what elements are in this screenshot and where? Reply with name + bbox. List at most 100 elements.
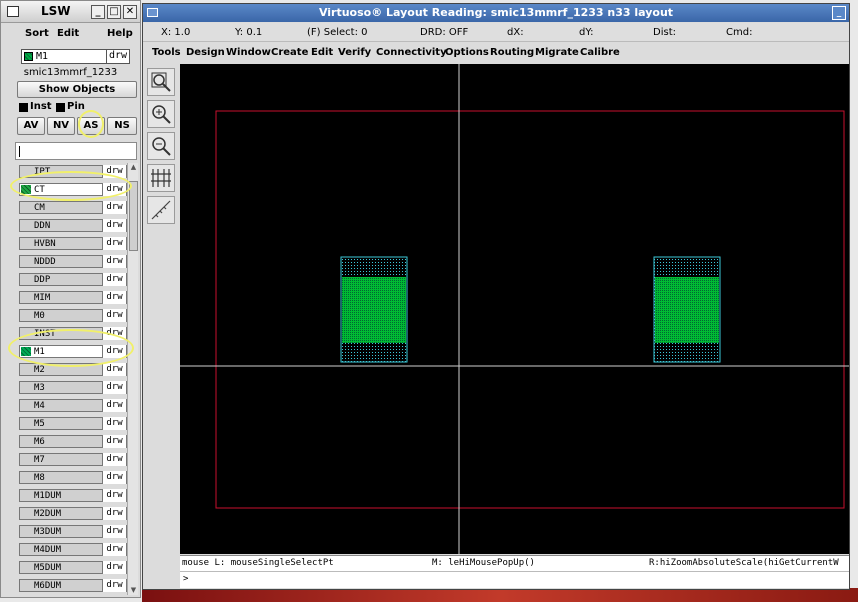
- layer-purpose: drw: [102, 237, 126, 250]
- minimize-button[interactable]: _: [91, 5, 105, 19]
- layer-row-m0[interactable]: M0 drw: [19, 309, 127, 322]
- pin-checkbox[interactable]: [56, 103, 65, 112]
- layer-purpose: drw: [102, 417, 126, 430]
- contact-right[interactable]: [653, 256, 721, 363]
- zoom-fit-icon[interactable]: [147, 68, 175, 96]
- layer-row-m1dum[interactable]: M1DUM drw: [19, 489, 127, 502]
- layer-row-nddd[interactable]: NDDD drw: [19, 255, 127, 268]
- ruler-icon[interactable]: [147, 196, 175, 224]
- menu-options[interactable]: Options: [445, 47, 489, 58]
- layer-purpose: drw: [102, 291, 126, 304]
- virtuoso-titlebar[interactable]: Virtuoso® Layout Reading: smic13mmrf_123…: [143, 4, 849, 22]
- stretch-icon[interactable]: [147, 164, 175, 192]
- layer-row-m4dum[interactable]: M4DUM drw: [19, 543, 127, 556]
- layer-name: M2: [34, 365, 45, 375]
- menu-connectivity[interactable]: Connectivity: [376, 47, 447, 58]
- inst-checkbox[interactable]: [19, 103, 28, 112]
- status-y: Y: 0.1: [235, 27, 263, 38]
- layer-row-m3[interactable]: M3 drw: [19, 381, 127, 394]
- menu-window[interactable]: Window: [226, 47, 271, 58]
- layer-purpose: drw: [102, 399, 126, 412]
- contact-left[interactable]: [340, 256, 408, 363]
- layer-list-scrollbar[interactable]: ▲ ▼: [127, 163, 138, 595]
- mouse-right-binding: R:hiZoomAbsoluteScale(hiGetCurrentW: [649, 558, 839, 568]
- layer-row-m4[interactable]: M4 drw: [19, 399, 127, 412]
- mouse-middle-binding: M: leHiMousePopUp(): [432, 558, 535, 568]
- layout-canvas[interactable]: [180, 64, 849, 554]
- scroll-up-icon[interactable]: ▲: [129, 163, 138, 172]
- layer-row-ddp[interactable]: DDP drw: [19, 273, 127, 286]
- scroll-down-icon[interactable]: ▼: [129, 586, 138, 595]
- layer-row-m6dum[interactable]: M6DUM drw: [19, 579, 127, 592]
- layer-name: M2DUM: [34, 509, 62, 519]
- status-dy: dY:: [579, 27, 594, 38]
- close-button[interactable]: ✕: [123, 5, 137, 19]
- mouse-binding-line: mouse L: mouseSingleSelectPt M: leHiMous…: [180, 555, 849, 571]
- lsw-menubar: Sort Edit Help: [1, 24, 140, 44]
- minimize-button[interactable]: _: [832, 6, 846, 20]
- status-x: X: 1.0: [161, 27, 191, 38]
- layer-purpose: drw: [102, 381, 126, 394]
- layer-purpose: drw: [102, 309, 126, 322]
- menu-sort[interactable]: Sort: [25, 28, 49, 39]
- window-menu-icon[interactable]: [7, 6, 19, 17]
- layer-swatch-icon: [21, 437, 31, 446]
- menu-routing[interactable]: Routing: [490, 47, 534, 58]
- zoom-in-icon[interactable]: [147, 100, 175, 128]
- layer-row-m5dum[interactable]: M5DUM drw: [19, 561, 127, 574]
- layer-name: M4: [34, 401, 45, 411]
- layer-swatch-icon: [21, 257, 31, 266]
- menu-edit[interactable]: Edit: [311, 47, 333, 58]
- menu-design[interactable]: Design: [186, 47, 225, 58]
- layer-name: DDN: [34, 221, 51, 231]
- show-objects-button[interactable]: Show Objects: [17, 81, 137, 98]
- layer-row-m7[interactable]: M7 drw: [19, 453, 127, 466]
- layer-swatch-icon: [21, 473, 31, 482]
- annotation-circle-as: [78, 110, 104, 138]
- layer-row-m8[interactable]: M8 drw: [19, 471, 127, 484]
- layer-swatch-icon: [21, 455, 31, 464]
- layer-row-m5[interactable]: M5 drw: [19, 417, 127, 430]
- ns-button[interactable]: NS: [107, 117, 137, 135]
- menu-edit[interactable]: Edit: [57, 28, 79, 39]
- layer-row-m6[interactable]: M6 drw: [19, 435, 127, 448]
- menu-tools[interactable]: Tools: [152, 47, 181, 58]
- menu-create[interactable]: Create: [271, 47, 308, 58]
- menu-migrate[interactable]: Migrate: [535, 47, 579, 58]
- av-button[interactable]: AV: [17, 117, 45, 135]
- layer-row-hvbn[interactable]: HVBN drw: [19, 237, 127, 250]
- scroll-thumb[interactable]: [129, 181, 138, 251]
- layer-swatch-icon: [21, 239, 31, 248]
- maximize-button[interactable]: □: [107, 5, 121, 19]
- layer-purpose: drw: [102, 579, 126, 592]
- status-drd: DRD: OFF: [420, 27, 469, 38]
- lsw-titlebar[interactable]: LSW _ □ ✕: [1, 1, 140, 23]
- nv-button[interactable]: NV: [47, 117, 75, 135]
- current-layer-box[interactable]: M1 drw: [21, 49, 130, 64]
- layer-name: DDP: [34, 275, 51, 285]
- menu-verify[interactable]: Verify: [338, 47, 371, 58]
- layer-name: M5: [34, 419, 45, 429]
- menu-calibre[interactable]: Calibre: [580, 47, 620, 58]
- layer-purpose: drw: [102, 435, 126, 448]
- layer-list: IPT drw CT drw CM drw DDN drw HVBN drw NDDD drw DDP d…: [15, 163, 127, 595]
- layer-swatch-icon: [21, 365, 31, 374]
- layer-row-mim[interactable]: MIM drw: [19, 291, 127, 304]
- layer-swatch-icon: [21, 401, 31, 410]
- menu-help[interactable]: Help: [107, 28, 133, 39]
- virtuoso-menubar: Tools Design Window Create Edit Verify C…: [143, 43, 849, 63]
- layer-row-ddn[interactable]: DDN drw: [19, 219, 127, 232]
- layer-purpose: drw: [102, 201, 126, 214]
- layout-drawing: [180, 64, 849, 554]
- layer-row-m3dum[interactable]: M3DUM drw: [19, 525, 127, 538]
- layer-filter-input[interactable]: [15, 142, 137, 160]
- layer-row-m2dum[interactable]: M2DUM drw: [19, 507, 127, 520]
- layer-swatch-icon: [21, 545, 31, 554]
- layer-name: M7: [34, 455, 45, 465]
- zoom-out-icon[interactable]: [147, 132, 175, 160]
- layer-purpose: drw: [102, 219, 126, 232]
- layer-row-cm[interactable]: CM drw: [19, 201, 127, 214]
- library-name: smic13mmrf_1233: [23, 67, 118, 78]
- current-layer-purpose: drw: [106, 49, 129, 64]
- command-input[interactable]: >: [180, 571, 849, 588]
